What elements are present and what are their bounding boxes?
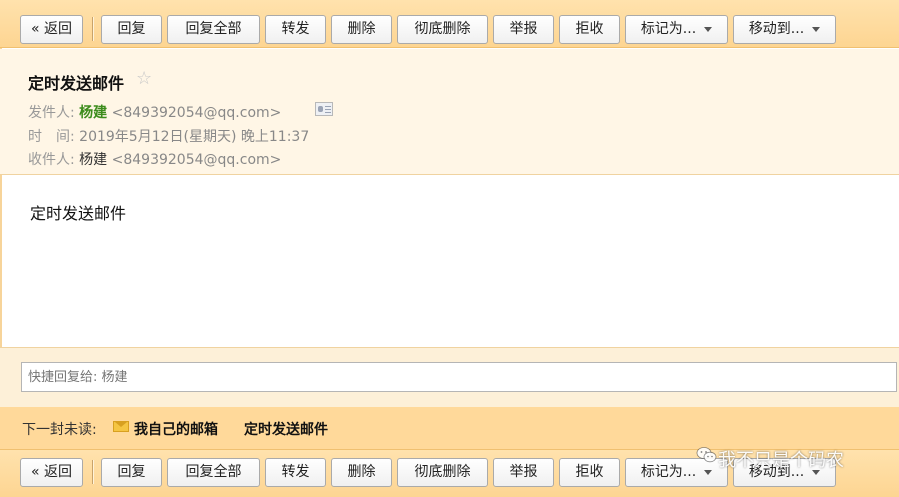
top-toolbar: « 返回 回复 回复全部 转发 删除 彻底删除 举报 拒收 标记为... 移动到… <box>0 0 899 48</box>
to-label: 收件人: <box>28 152 75 168</box>
chevron-down-icon <box>812 26 821 32</box>
move-to-dropdown[interactable]: 移动到... <box>733 15 836 44</box>
toolbar-divider <box>92 17 93 41</box>
next-unread-folder[interactable]: 我自己的邮箱 <box>134 419 218 439</box>
back-button[interactable]: « 返回 <box>20 15 83 44</box>
next-unread-label: 下一封未读: <box>22 422 97 438</box>
sender-name[interactable]: 杨建 <box>79 105 107 121</box>
sent-time: 2019年5月12日(星期天) 晚上11:37 <box>79 129 310 145</box>
move-to-label: 移动到... <box>748 21 805 37</box>
reply-button[interactable]: 回复 <box>101 15 162 44</box>
recipient-email: <849392054@qq.com> <box>111 152 282 168</box>
delete-button[interactable]: 删除 <box>331 15 392 44</box>
mail-body: 定时发送邮件 <box>30 204 127 223</box>
forward-button[interactable]: 转发 <box>265 15 326 44</box>
forward-button[interactable]: 转发 <box>265 458 326 487</box>
delete-permanent-button[interactable]: 彻底删除 <box>397 458 488 487</box>
next-unread-subject[interactable]: 定时发送邮件 <box>244 419 328 439</box>
mark-as-dropdown[interactable]: 标记为... <box>625 15 728 44</box>
report-button[interactable]: 举报 <box>493 458 554 487</box>
watermark: 我不只是个码农 <box>696 444 876 474</box>
reject-button[interactable]: 拒收 <box>559 458 620 487</box>
contact-card-icon[interactable] <box>315 102 333 116</box>
to-row: 收件人: 杨建 <849392054@qq.com> <box>28 149 281 169</box>
back-button[interactable]: « 返回 <box>20 458 83 487</box>
from-label: 发件人: <box>28 105 75 121</box>
reply-all-button[interactable]: 回复全部 <box>167 458 260 487</box>
delete-permanent-button[interactable]: 彻底删除 <box>397 15 488 44</box>
reject-button[interactable]: 拒收 <box>559 15 620 44</box>
star-icon[interactable]: ☆ <box>136 68 152 89</box>
delete-button[interactable]: 删除 <box>331 458 392 487</box>
sender-email: <849392054@qq.com> <box>111 105 282 121</box>
reply-button[interactable]: 回复 <box>101 458 162 487</box>
recipient-name[interactable]: 杨建 <box>79 152 107 168</box>
chevron-down-icon <box>704 26 713 32</box>
time-label: 时 间: <box>28 129 75 145</box>
wechat-icon <box>696 447 717 463</box>
mark-as-label: 标记为... <box>640 21 697 37</box>
watermark-text: 我不只是个码农 <box>718 450 844 471</box>
envelope-icon <box>113 421 129 432</box>
toolbar-divider <box>92 460 93 484</box>
mail-subject: 定时发送邮件 <box>28 74 125 93</box>
from-row: 发件人: 杨建 <849392054@qq.com> <box>28 102 281 122</box>
quick-reply-input[interactable] <box>21 362 897 392</box>
report-button[interactable]: 举报 <box>493 15 554 44</box>
time-row: 时 间: 2019年5月12日(星期天) 晚上11:37 <box>28 126 309 146</box>
reply-all-button[interactable]: 回复全部 <box>167 15 260 44</box>
mark-as-label: 标记为... <box>640 464 697 480</box>
